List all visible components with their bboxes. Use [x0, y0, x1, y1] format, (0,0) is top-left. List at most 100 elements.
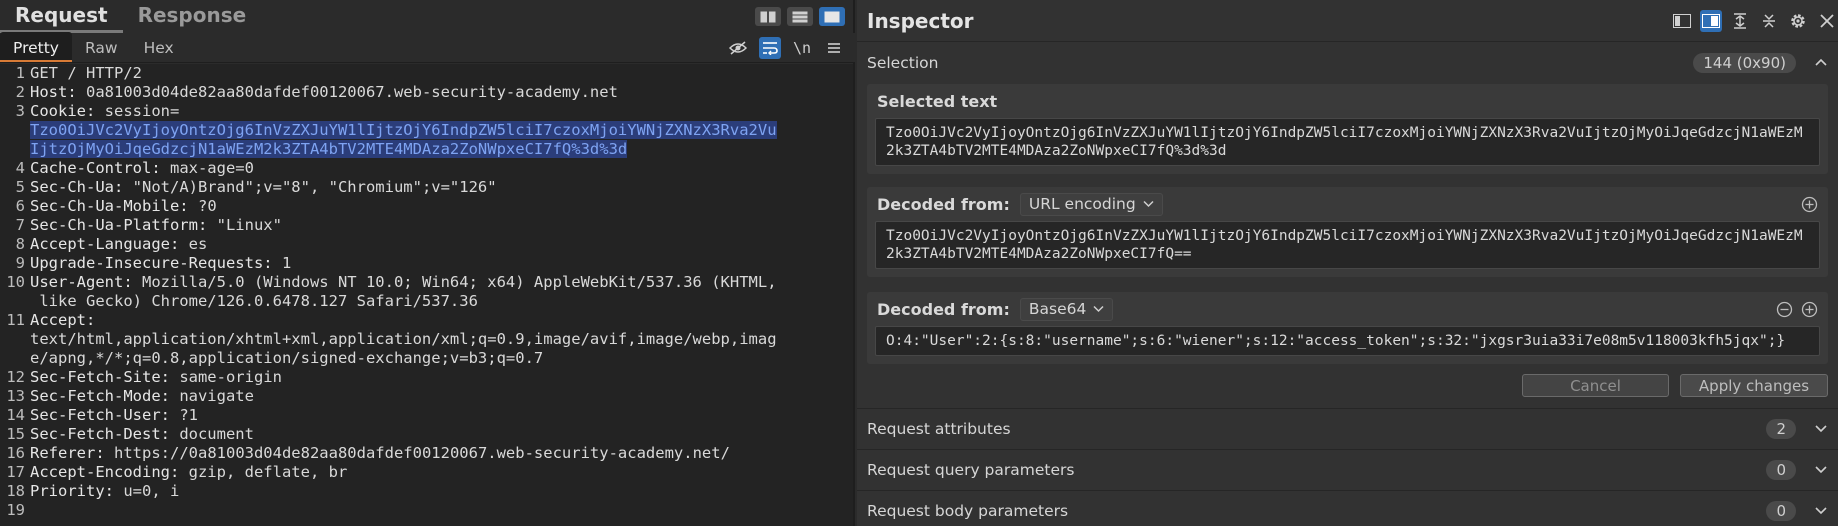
hide-non-printable-button[interactable] — [727, 37, 749, 59]
layout-side-by-side-button[interactable] — [755, 7, 781, 26]
header-name: Sec-Ch-Ua-Platform: — [30, 216, 217, 234]
editor-line: 17 Accept-Encoding: gzip, deflate, br — [0, 463, 853, 482]
inspector-header: Inspector — [857, 0, 1838, 42]
section-label: Request attributes — [867, 419, 1011, 438]
header-value: session= — [104, 102, 180, 120]
line-text: Sec-Fetch-Mode: navigate — [30, 387, 254, 406]
editor-line: 14 Sec-Fetch-User: ?1 — [0, 406, 853, 425]
header-name: Priority: — [30, 482, 124, 500]
show-newlines-toggle[interactable]: \n — [791, 37, 813, 59]
editor-line: e/apng,*/*;q=0.8,application/signed-exch… — [0, 349, 853, 368]
editor-line: 7 Sec-Ch-Ua-Platform: "Linux" — [0, 216, 853, 235]
header-name: Cache-Control: — [30, 159, 170, 177]
line-text: Sec-Ch-Ua-Mobile: ?0 — [30, 197, 217, 216]
decoded-base64-encoding-value: Base64 — [1028, 299, 1087, 318]
inspector-title: Inspector — [867, 8, 974, 33]
collapse-all-button[interactable] — [1758, 10, 1780, 32]
selected-text-value[interactable]: Tzo0OiJVc2VyIjoyOntzOjg6InVzZXJuYW1lIjtz… — [875, 118, 1820, 166]
header-value: max-age=0 — [169, 159, 254, 177]
header-value: e/apng,*/*;q=0.8,application/signed-exch… — [30, 349, 544, 367]
header-name: Accept-Encoding: — [30, 463, 189, 481]
header-value: Mozilla/5.0 (Windows NT 10.0; Win64; x64… — [141, 273, 777, 291]
header-value: text/html,application/xhtml+xml,applicat… — [30, 330, 777, 348]
columns-icon — [760, 11, 776, 22]
header-name: Referer: — [30, 444, 114, 462]
line-text: Cache-Control: max-age=0 — [30, 159, 254, 178]
cancel-button[interactable]: Cancel — [1522, 374, 1669, 397]
request-body-parameters-section[interactable]: Request body parameters 0 — [857, 490, 1838, 526]
inspector-layout-left-button[interactable] — [1671, 10, 1693, 32]
editor-line: 15 Sec-Fetch-Dest: document — [0, 425, 853, 444]
line-number: 4 — [15, 159, 25, 177]
editor-line: 5 Sec-Ch-Ua: "Not/A)Brand";v="8", "Chromi… — [0, 178, 853, 197]
selection-count-badge: 144 (0x90) — [1693, 53, 1796, 73]
editor-line: IjtzOjMyOiJqeGdzcjN1aWEzM2k3ZTA4bTV2MTE4… — [0, 140, 853, 159]
line-number: 18 — [6, 482, 25, 500]
add-decoding-icon[interactable] — [1801, 196, 1818, 213]
header-name: User-Agent: — [30, 273, 142, 291]
tab-response[interactable]: Response — [123, 0, 262, 33]
line-text: User-Agent: Mozilla/5.0 (Windows NT 10.0… — [30, 273, 777, 292]
header-value: like Gecko) Chrome/126.0.6478.127 Safari… — [30, 292, 478, 310]
layout-stacked-button[interactable] — [787, 7, 813, 26]
layout-tabs-button[interactable] — [819, 7, 845, 26]
line-number: 15 — [6, 425, 25, 443]
selected-cookie-value[interactable]: IjtzOjMyOiJqeGdzcjN1aWEzM2k3ZTA4bTV2MTE4… — [30, 140, 628, 158]
message-view-tabbar: Pretty Raw Hex \n — [0, 32, 855, 63]
remove-decoding-icon[interactable] — [1776, 301, 1793, 318]
line-text: GET / HTTP/2 — [30, 64, 142, 83]
decoded-base64-heading: Decoded from: Base64 — [867, 292, 1828, 326]
single-pane-icon — [824, 11, 840, 22]
decoded-url-encoding-select[interactable]: URL encoding — [1019, 192, 1163, 216]
selected-text-heading: Selected text — [877, 91, 998, 111]
expand-all-button[interactable] — [1729, 10, 1751, 32]
line-number: 8 — [15, 235, 25, 253]
tab-raw[interactable]: Raw — [72, 32, 131, 62]
section-label: Request body parameters — [867, 501, 1069, 520]
inspector-layout-right-button[interactable] — [1700, 10, 1722, 32]
line-number: 19 — [6, 501, 25, 519]
header-value: https://0a81003d04de82aa80dafdef00120067… — [114, 444, 730, 462]
chevron-down-icon — [1143, 200, 1154, 207]
close-icon — [1820, 14, 1834, 28]
decoded-base64-value[interactable]: O:4:"User":2:{s:8:"username";s:6:"wiener… — [875, 326, 1820, 356]
decoded-url-card: Decoded from: URL encoding Tzo0OiJVc2VyI… — [867, 187, 1828, 277]
header-value: same-origin — [179, 368, 282, 386]
decoded-url-value[interactable]: Tzo0OiJVc2VyIjoyOntzOjg6InVzZXJuYW1lIjtz… — [875, 221, 1820, 269]
editor-line: 3 Cookie: session= — [0, 102, 853, 121]
tab-pretty[interactable]: Pretty — [0, 32, 72, 62]
line-text: Accept-Encoding: gzip, deflate, br — [30, 463, 347, 482]
line-text: Sec-Fetch-Dest: document — [30, 425, 254, 444]
editor-line: 1 GET / HTTP/2 — [0, 64, 853, 83]
editor-line: 6 Sec-Ch-Ua-Mobile: ?0 — [0, 197, 853, 216]
line-text: Tzo0OiJVc2VyIjoyOntzOjg6InVzZXJuYW1lIjtz… — [30, 121, 777, 140]
selection-label: Selection — [867, 54, 939, 72]
chevron-down-icon — [1815, 466, 1827, 474]
line-text: Host: 0a81003d04de82aa80dafdef00120067.w… — [30, 83, 618, 102]
eye-slash-icon — [729, 41, 747, 55]
request-response-tabbar: Request Response — [0, 0, 855, 33]
editor-line: 2 Host: 0a81003d04de82aa80dafdef00120067.… — [0, 83, 853, 102]
chevron-up-icon[interactable] — [1814, 55, 1828, 69]
close-inspector-button[interactable] — [1816, 10, 1838, 32]
chevron-down-icon — [1815, 507, 1827, 515]
header-name: Sec-Fetch-Dest: — [30, 425, 180, 443]
tab-hex[interactable]: Hex — [131, 32, 187, 62]
line-number — [0, 140, 30, 159]
request-editor[interactable]: 1 GET / HTTP/2 2 Host: 0a81003d04de82aa80da… — [0, 64, 853, 526]
request-query-parameters-section[interactable]: Request query parameters 0 — [857, 449, 1838, 489]
add-decoding-icon[interactable] — [1801, 301, 1818, 318]
decoded-url-encoding-value: URL encoding — [1028, 194, 1136, 213]
editor-menu-button[interactable] — [823, 37, 845, 59]
decoded-base64-encoding-select[interactable]: Base64 — [1019, 297, 1114, 321]
selected-cookie-value[interactable]: Tzo0OiJVc2VyIjoyOntzOjg6InVzZXJuYW1lIjtz… — [30, 121, 777, 139]
inspector-settings-button[interactable] — [1787, 10, 1809, 32]
word-wrap-toggle[interactable] — [759, 37, 781, 59]
apply-changes-button[interactable]: Apply changes — [1680, 374, 1828, 397]
rows-icon — [792, 11, 808, 22]
selection-section-header[interactable]: Selection 144 (0x90) — [857, 43, 1838, 83]
request-attributes-section[interactable]: Request attributes 2 — [857, 408, 1838, 448]
header-value: "Not/A)Brand";v="8", "Chromium";v="126" — [132, 178, 497, 196]
editor-line: 19 — [0, 501, 853, 520]
tab-request[interactable]: Request — [0, 0, 123, 33]
